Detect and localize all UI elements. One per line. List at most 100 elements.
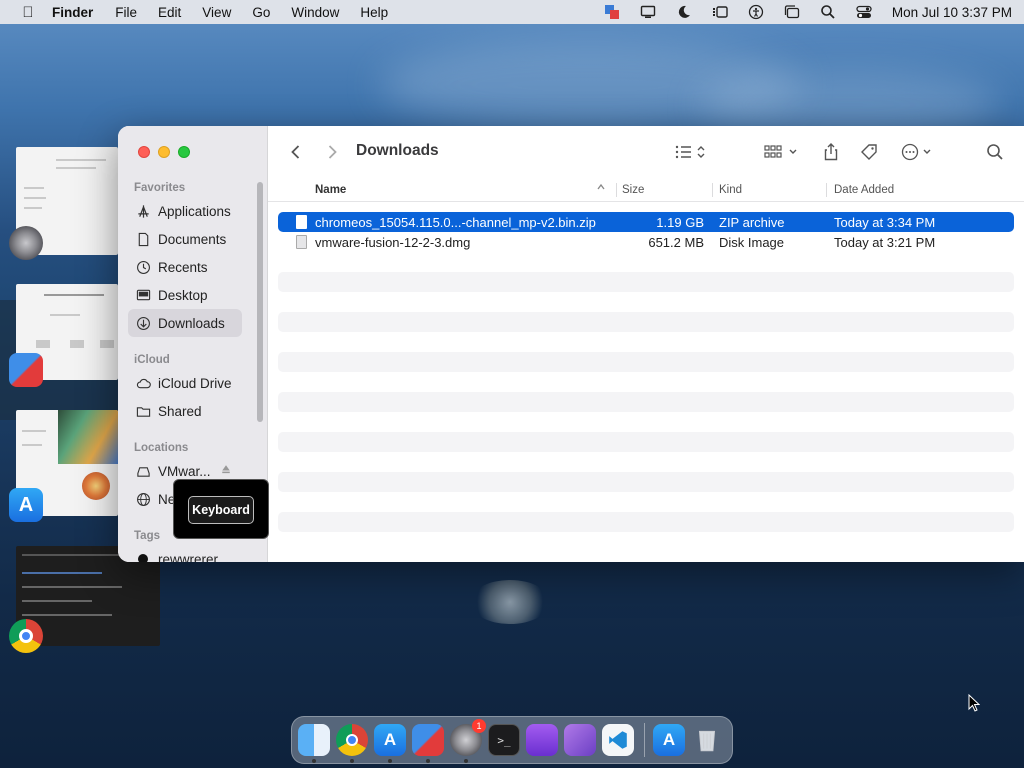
moon-icon[interactable]	[666, 2, 702, 22]
keyboard-tooltip: Keyboard	[173, 479, 269, 539]
sidebar-item-downloads[interactable]: Downloads	[128, 309, 242, 337]
empty-row	[278, 352, 1014, 372]
menu-edit[interactable]: Edit	[158, 5, 181, 20]
sidebar-item-shared[interactable]: Shared	[128, 397, 242, 425]
maximize-button[interactable]	[178, 146, 190, 158]
sidebar-item-documents[interactable]: Documents	[128, 225, 242, 253]
accessibility-icon[interactable]	[738, 2, 774, 22]
menu-go[interactable]: Go	[252, 5, 270, 20]
empty-row	[278, 392, 1014, 412]
menu-file[interactable]: File	[115, 5, 137, 20]
sidebar-section-tags: Tags	[134, 530, 160, 542]
apple-menu-icon[interactable]: 	[18, 4, 38, 21]
column-separator[interactable]	[616, 183, 617, 197]
menu-view[interactable]: View	[202, 5, 231, 20]
column-name[interactable]: Name	[315, 184, 346, 196]
sidebar-item-recents[interactable]: Recents	[128, 253, 242, 281]
empty-row	[278, 512, 1014, 532]
sidebar-item-applications[interactable]: Applications	[128, 197, 242, 225]
visual-studio-icon[interactable]	[564, 724, 596, 756]
vscode-icon[interactable]	[602, 724, 634, 756]
file-size: 1.19 GB	[656, 215, 704, 230]
column-separator[interactable]	[826, 183, 827, 197]
file-name: chromeos_15054.115.0...-channel_mp-v2.bi…	[315, 215, 596, 230]
chevron-left-icon	[291, 145, 300, 159]
menu-help[interactable]: Help	[360, 5, 388, 20]
file-row[interactable]: vmware-fusion-12-2-3.dmg 651.2 MB Disk I…	[278, 232, 1014, 252]
search-icon	[987, 144, 1003, 160]
app-store-icon[interactable]: A	[374, 724, 406, 763]
trash-icon[interactable]	[691, 724, 723, 756]
sidebar-item-label: Documents	[158, 231, 227, 247]
empty-row	[278, 492, 1014, 512]
menu-window[interactable]: Window	[291, 5, 339, 20]
clock-icon	[134, 258, 152, 276]
podcasts-icon[interactable]	[526, 724, 558, 756]
vmware-icon[interactable]	[594, 2, 630, 22]
running-indicator	[312, 759, 316, 763]
list-view-icon	[675, 145, 705, 159]
column-kind[interactable]: Kind	[719, 184, 742, 196]
column-size[interactable]: Size	[622, 184, 644, 196]
chevron-right-icon	[328, 145, 337, 159]
minimize-button[interactable]	[158, 146, 170, 158]
sidebar-item-tag[interactable]: rewwrerer	[128, 545, 242, 562]
empty-row	[278, 292, 1014, 312]
forward-button[interactable]	[322, 140, 342, 164]
globe-icon	[134, 490, 152, 508]
file-kind: ZIP archive	[719, 215, 785, 230]
wallpaper-rock	[470, 580, 550, 624]
zip-file-icon	[296, 215, 307, 229]
close-button[interactable]	[138, 146, 150, 158]
window-icon[interactable]	[774, 2, 810, 22]
finder-icon[interactable]	[298, 724, 330, 763]
sort-ascending-icon[interactable]	[596, 182, 606, 195]
vmware-fusion-icon[interactable]	[9, 353, 43, 387]
toolbar: Downloads	[268, 126, 1024, 178]
system-settings-icon[interactable]	[9, 226, 43, 260]
search-button[interactable]	[984, 140, 1006, 164]
terminal-icon[interactable]: >_	[488, 724, 520, 756]
eject-icon[interactable]	[220, 463, 232, 478]
stage-manager-icon[interactable]	[702, 2, 738, 22]
sidebar-item-label: iCloud Drive	[158, 375, 232, 391]
grid-view-icon	[764, 145, 797, 158]
file-date-added: Today at 3:34 PM	[834, 215, 936, 230]
empty-row	[278, 432, 1014, 452]
file-row[interactable]: chromeos_15054.115.0...-channel_mp-v2.bi…	[278, 212, 1014, 232]
view-mode-list-button[interactable]	[674, 140, 712, 164]
desktop-icon	[134, 286, 152, 304]
sidebar-item-desktop[interactable]: Desktop	[128, 281, 242, 309]
back-button[interactable]	[286, 140, 306, 164]
search-icon[interactable]	[810, 2, 846, 22]
more-actions-button[interactable]	[900, 140, 938, 164]
column-date-added[interactable]: Date Added	[834, 184, 894, 196]
dock: A 1 >_ A	[291, 716, 733, 764]
column-separator[interactable]	[712, 183, 713, 197]
sidebar-scrollbar[interactable]	[257, 182, 263, 422]
display-icon[interactable]	[630, 2, 666, 22]
app-store-icon[interactable]: A	[9, 488, 43, 522]
chrome-icon[interactable]	[336, 724, 368, 763]
app-store-icon[interactable]: A	[653, 724, 685, 756]
menu-app-name[interactable]: Finder	[52, 5, 93, 20]
sidebar-item-label: Downloads	[158, 315, 225, 331]
chrome-icon[interactable]	[9, 619, 43, 653]
group-button[interactable]	[764, 140, 804, 164]
sidebar-item-icloud-drive[interactable]: iCloud Drive	[128, 369, 242, 397]
notification-badge: 1	[472, 719, 486, 733]
mouse-cursor-icon	[968, 693, 981, 712]
tag-button[interactable]	[858, 140, 880, 164]
sidebar-item-label: Shared	[158, 403, 202, 419]
tag-icon	[861, 144, 877, 160]
share-button[interactable]	[820, 140, 842, 164]
system-settings-icon[interactable]: 1	[450, 719, 486, 763]
running-indicator	[350, 759, 354, 763]
download-icon	[134, 314, 152, 332]
menu-clock[interactable]: Mon Jul 10 3:37 PM	[892, 5, 1012, 20]
menu-bar:  Finder File Edit View Go Window Help M…	[0, 0, 1024, 24]
sidebar-item-label: Recents	[158, 259, 208, 275]
control-center-icon[interactable]	[846, 2, 882, 22]
vmware-fusion-icon[interactable]	[412, 724, 444, 763]
sidebar-item-label: Desktop	[158, 287, 208, 303]
